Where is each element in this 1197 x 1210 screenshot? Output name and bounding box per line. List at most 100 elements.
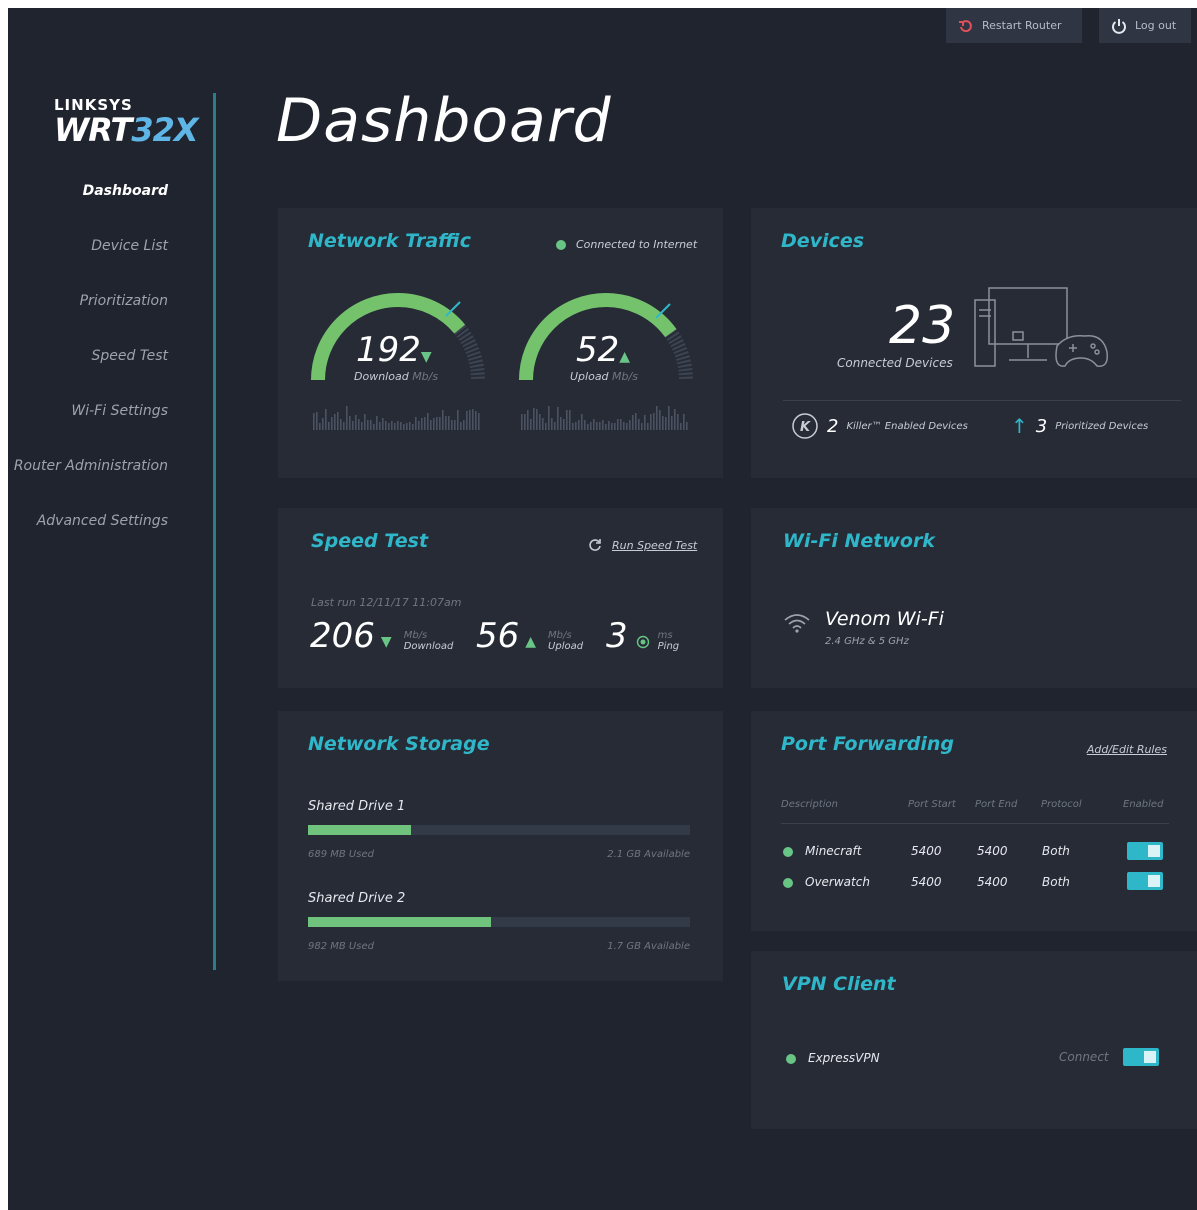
restart-router-button[interactable]: Restart Router [946, 8, 1082, 43]
speed-test-download: 206 ▼ Mb/s Download [310, 618, 453, 654]
speed-test-ping: 3 ms Ping [606, 618, 679, 654]
drive-1-usage-fill [308, 825, 412, 835]
sidebar-item-device-list[interactable]: Device List [8, 238, 168, 293]
ping-icon [636, 635, 649, 649]
pf-row-1-enabled-toggle[interactable] [1127, 842, 1163, 860]
network-traffic-card: Network Traffic Connected to Internet 19… [278, 208, 723, 478]
vpn-provider-name: ExpressVPN [808, 1051, 880, 1065]
vpn-connect-label: Connect [1059, 1050, 1109, 1064]
vpn-status-dot-icon [786, 1054, 796, 1064]
killer-devices-count: 2 [827, 415, 839, 437]
logout-button[interactable]: Log out [1099, 8, 1191, 43]
speed-test-title: Speed Test [311, 530, 429, 552]
pf-header-port-start: Port Start [908, 799, 956, 810]
pf-header-port-end: Port End [975, 799, 1018, 810]
pf-row-2-status-dot-icon [783, 878, 793, 888]
pf-row-1-start: 5400 [911, 844, 942, 858]
pf-header-enabled: Enabled [1123, 799, 1164, 810]
power-icon [1112, 18, 1126, 34]
pf-row-1-status-dot-icon [783, 847, 793, 857]
speed-upload-value: 56 [476, 616, 520, 656]
speed-upload-unit: Mb/s [548, 630, 572, 641]
pf-row-2-start: 5400 [911, 875, 942, 889]
devices-title: Devices [781, 230, 865, 252]
pf-row-1-description: Minecraft [805, 844, 862, 858]
drive-1-available: 2.1 GB Available [607, 849, 690, 860]
priority-arrow-icon: ↑ [1011, 414, 1028, 438]
network-storage-title: Network Storage [308, 733, 490, 755]
drive-1-usage-bar [308, 825, 690, 835]
status-dot-icon [556, 239, 566, 250]
wifi-network-card: Wi-Fi Network Venom Wi-Fi 2.4 GHz & 5 GH… [751, 508, 1197, 688]
speed-upload-arrow-icon: ▲ [525, 634, 537, 650]
network-storage-card: Network Storage Shared Drive 1 689 MB Us… [278, 711, 723, 981]
drive-2-name: Shared Drive 2 [308, 891, 406, 906]
sidebar-item-speed-test[interactable]: Speed Test [8, 348, 168, 403]
speed-download-value: 206 [310, 616, 375, 656]
wifi-network-name: Venom Wi-Fi [825, 608, 944, 630]
connected-devices-label: Connected Devices [837, 356, 953, 370]
logo-model-prefix: WRT [54, 111, 132, 149]
speed-test-last-run: Last run 12/11/17 11:07am [311, 596, 462, 609]
drive-1-name: Shared Drive 1 [308, 799, 406, 814]
pf-header-divider [781, 823, 1169, 824]
upload-value-text: 52 [576, 330, 620, 370]
killer-devices-label: Killer™ Enabled Devices [846, 420, 968, 432]
sidebar-item-router-administration[interactable]: Router Administration [8, 458, 168, 513]
upload-value: 52▲ [576, 330, 630, 370]
download-label: Download Mb/s [354, 370, 438, 383]
connected-devices-count: 23 [889, 296, 956, 356]
sidebar-nav: Dashboard Device List Prioritization Spe… [8, 183, 168, 568]
drive-2-usage-fill [308, 917, 492, 927]
refresh-icon [589, 539, 601, 551]
pf-row-2-enabled-toggle[interactable] [1127, 872, 1163, 890]
pf-header-protocol: Protocol [1041, 799, 1082, 810]
drive-1-used: 689 MB Used [308, 849, 374, 860]
wifi-network-title: Wi-Fi Network [783, 530, 935, 552]
sidebar-item-prioritization[interactable]: Prioritization [8, 293, 168, 348]
sidebar-item-wifi-settings[interactable]: Wi-Fi Settings [8, 403, 168, 458]
port-forwarding-card: Port Forwarding Add/Edit Rules Descripti… [751, 711, 1197, 931]
sidebar-divider [213, 93, 216, 970]
download-value-text: 192 [356, 330, 421, 370]
speed-upload-units: Mb/s Upload [548, 630, 583, 652]
pf-row-1-end: 5400 [977, 844, 1008, 858]
drive-2-available: 1.7 GB Available [607, 941, 690, 952]
page-title: Dashboard [276, 86, 612, 156]
speed-ping-units: ms Ping [658, 630, 680, 652]
run-speed-test-link: Run Speed Test [612, 538, 698, 552]
pf-row-2-description: Overwatch [805, 875, 870, 889]
pf-row-1-protocol: Both [1042, 844, 1070, 858]
add-edit-rules-link[interactable]: Add/Edit Rules [1087, 743, 1167, 756]
wifi-network-bands: 2.4 GHz & 5 GHz [825, 636, 909, 647]
logo-model-suffix: 32X [131, 111, 198, 149]
sidebar-item-advanced-settings[interactable]: Advanced Settings [8, 513, 168, 568]
port-forwarding-title: Port Forwarding [781, 733, 954, 755]
speed-download-label: Download [403, 641, 454, 652]
speed-download-units: Mb/s Download [404, 630, 454, 652]
drive-2-usage-bar [308, 917, 690, 927]
devices-card: Devices 23 Connected Devices K 2 Killer™… [751, 208, 1197, 478]
download-traffic-graph [313, 406, 480, 430]
run-speed-test-button[interactable]: Run Speed Test [588, 538, 697, 552]
vpn-client-card: VPN Client ExpressVPN Connect [751, 951, 1197, 1129]
connection-status: Connected to Internet [556, 238, 697, 251]
devices-divider [783, 400, 1181, 401]
logout-label: Log out [1135, 19, 1177, 32]
speed-ping-value: 3 [606, 616, 628, 656]
restart-router-label: Restart Router [982, 19, 1062, 32]
speed-ping-unit: ms [657, 630, 673, 641]
speed-download-unit: Mb/s [403, 630, 428, 641]
devices-illustration-icon [974, 287, 1109, 367]
prioritized-devices-stat: ↑ 3 Prioritized Devices [1011, 414, 1148, 438]
sidebar-item-dashboard[interactable]: Dashboard [8, 183, 168, 238]
download-unit: Mb/s [412, 370, 439, 383]
pf-row-2-end: 5400 [977, 875, 1008, 889]
logo-model: WRT32X [54, 111, 199, 149]
killer-devices-stat: K 2 Killer™ Enabled Devices [791, 412, 968, 440]
connection-status-label: Connected to Internet [576, 238, 698, 251]
upload-arrow-icon: ▲ [619, 349, 631, 365]
speed-ping-label: Ping [657, 641, 680, 652]
vpn-connect-toggle[interactable] [1123, 1048, 1159, 1066]
prioritized-devices-label: Prioritized Devices [1055, 420, 1149, 432]
